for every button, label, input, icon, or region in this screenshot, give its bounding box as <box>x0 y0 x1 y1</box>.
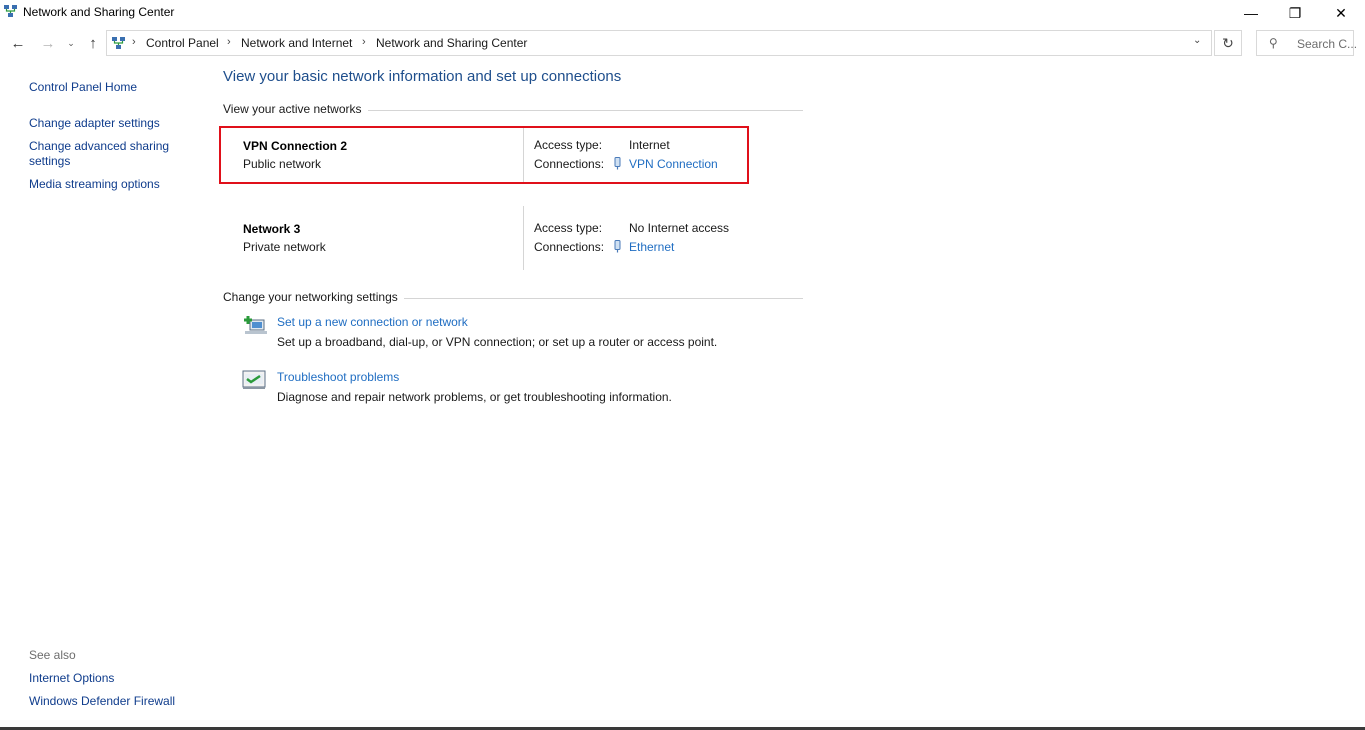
active-networks-label: View your active networks <box>223 102 368 116</box>
troubleshoot-icon <box>242 370 266 389</box>
page-title: View your basic network information and … <box>223 68 622 85</box>
breadcrumb-network-and-internet[interactable]: Network and Internet <box>241 36 352 50</box>
connections-label: Connections: <box>534 240 605 254</box>
search-icon: ⚲ <box>1269 36 1278 50</box>
windows-defender-firewall-link[interactable]: Windows Defender Firewall <box>29 694 175 709</box>
maximize-button[interactable]: ❐ <box>1272 0 1318 26</box>
network-category[interactable]: Private network <box>243 240 326 254</box>
troubleshoot-problems-link[interactable]: Troubleshoot problems <box>277 370 399 384</box>
access-type-value: No Internet access <box>629 221 730 235</box>
breadcrumb-separator: › <box>132 36 136 48</box>
media-streaming-options-link[interactable]: Media streaming options <box>29 177 160 192</box>
ethernet-link[interactable]: Ethernet <box>629 240 674 254</box>
change-adapter-settings-link[interactable]: Change adapter settings <box>29 116 160 131</box>
setup-connection-link[interactable]: Set up a new connection or network <box>277 315 468 329</box>
breadcrumb-network-and-sharing-center[interactable]: Network and Sharing Center <box>376 36 527 50</box>
forward-button[interactable]: → <box>38 33 58 53</box>
network-name: Network 3 <box>243 222 301 236</box>
back-button[interactable]: ← <box>8 33 28 53</box>
close-button[interactable]: ✕ <box>1318 0 1364 26</box>
divider <box>523 206 524 270</box>
troubleshoot-description: Diagnose and repair network problems, or… <box>277 390 672 404</box>
search-placeholder: Search C... <box>1297 37 1358 51</box>
control-panel-home-link[interactable]: Control Panel Home <box>29 80 137 95</box>
see-also-label: See also <box>29 648 76 662</box>
change-advanced-sharing-settings-link[interactable]: Change advanced sharing settings <box>29 139 179 169</box>
navigation-bar: ← → ⌄ ↑ › Control Panel › Network and In… <box>0 28 1365 58</box>
search-input[interactable]: ⚲ Search C... <box>1256 30 1358 56</box>
up-button[interactable]: ↑ <box>83 33 103 53</box>
address-dropdown-icon[interactable]: ⌄ <box>1193 35 1201 46</box>
refresh-button[interactable]: ↻ <box>1214 30 1242 56</box>
internet-options-link[interactable]: Internet Options <box>29 671 114 686</box>
title-bar: Network and Sharing Center — ❐ ✕ <box>0 0 1365 26</box>
network-center-icon <box>4 5 17 17</box>
breadcrumb-control-panel[interactable]: Control Panel <box>146 36 219 50</box>
highlight-box <box>219 126 749 184</box>
breadcrumb-separator[interactable]: › <box>362 36 366 48</box>
breadcrumb-separator[interactable]: › <box>227 36 231 48</box>
control-panel-icon <box>112 37 125 49</box>
minimize-button[interactable]: — <box>1228 0 1274 26</box>
networking-settings-label: Change your networking settings <box>223 290 404 304</box>
address-bar[interactable]: › Control Panel › Network and Internet ›… <box>106 30 1212 56</box>
recent-locations-button[interactable]: ⌄ <box>64 33 78 53</box>
window-title: Network and Sharing Center <box>23 5 175 19</box>
setup-connection-description: Set up a broadband, dial-up, or VPN conn… <box>277 335 718 349</box>
new-connection-icon <box>244 316 267 334</box>
access-type-label: Access type: <box>534 221 603 235</box>
ethernet-icon <box>614 240 621 253</box>
